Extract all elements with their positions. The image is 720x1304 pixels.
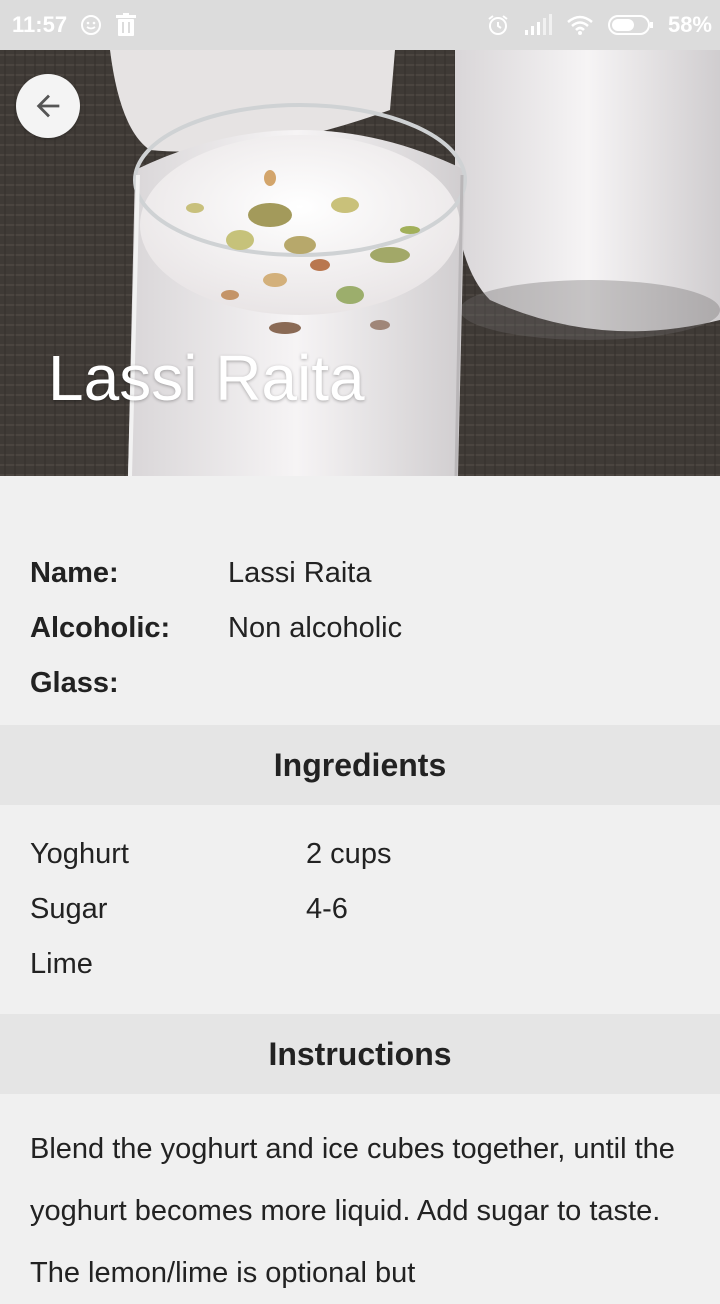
trash-icon (115, 13, 137, 37)
status-left: 11:57 (0, 12, 137, 38)
signal-icon (524, 14, 552, 36)
status-bar: 11:57 58% (0, 0, 720, 50)
smiley-icon (79, 13, 103, 37)
hero-title: Lassi Raita (48, 342, 365, 414)
back-button[interactable] (16, 74, 80, 138)
ingredients-header: Ingredients (0, 725, 720, 805)
list-item: Yoghurt 2 cups (30, 827, 690, 882)
wifi-icon (566, 14, 594, 36)
drink-details: Name: Lassi Raita Alcoholic: Non alcohol… (0, 476, 720, 725)
battery-icon (607, 14, 654, 36)
status-right: 58% (486, 12, 720, 38)
instructions-text: Blend the yoghurt and ice cubes together… (30, 1133, 675, 1289)
ingredient-name: Lime (30, 948, 93, 980)
list-item: Lime (30, 937, 690, 992)
name-value: Lassi Raita (228, 557, 372, 589)
ingredient-measure: 2 cups (306, 838, 392, 870)
hero-image: Lassi Raita (0, 50, 720, 476)
alcoholic-label: Alcoholic: (30, 612, 171, 644)
name-label: Name: (30, 557, 119, 589)
alarm-icon (486, 13, 510, 37)
ingredient-measure: 4-6 (306, 893, 348, 925)
ingredient-name: Sugar (30, 893, 108, 925)
alcoholic-row: Alcoholic: Non alcoholic (30, 601, 690, 656)
glass-row: Glass: (30, 656, 690, 711)
name-row: Name: Lassi Raita (30, 546, 690, 601)
status-time: 11:57 (12, 12, 68, 37)
battery-percent: 58% (667, 12, 712, 37)
list-item: Sugar 4-6 (30, 882, 690, 937)
ingredients-list: Yoghurt 2 cups Sugar 4-6 Lime (0, 805, 720, 1014)
ingredient-name: Yoghurt (30, 838, 129, 870)
arrow-back-icon (36, 94, 60, 118)
content: Name: Lassi Raita Alcoholic: Non alcohol… (0, 476, 720, 1304)
glass-label: Glass: (30, 667, 119, 699)
alcoholic-value: Non alcoholic (228, 612, 403, 644)
instructions-header: Instructions (0, 1014, 720, 1094)
